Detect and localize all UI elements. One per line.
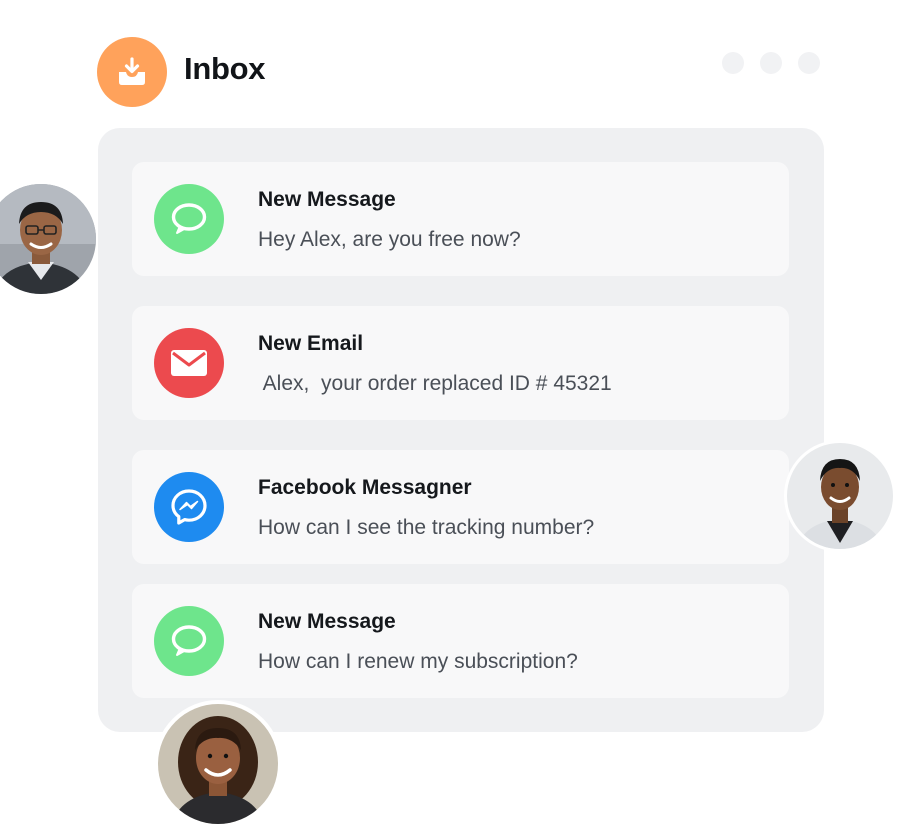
messenger-icon [154, 472, 224, 542]
avatar [0, 184, 96, 294]
message-preview: Hey Alex, are you free now? [258, 228, 521, 251]
message-preview: How can I renew my subscription? [258, 650, 578, 673]
avatar [154, 700, 282, 828]
message-title: Facebook Messagner [258, 476, 472, 499]
window-dot[interactable] [760, 52, 782, 74]
avatar [784, 440, 896, 552]
window-dots[interactable] [722, 52, 820, 74]
message-title: New Message [258, 188, 396, 211]
message-card[interactable]: New Message Hey Alex, are you free now? [132, 162, 789, 276]
inbox-download-icon [97, 37, 167, 107]
inbox-widget: Inbox New Message Hey Alex, are you free… [0, 0, 900, 835]
message-title: New Message [258, 610, 396, 633]
envelope-icon [154, 328, 224, 398]
window-dot[interactable] [722, 52, 744, 74]
message-card[interactable]: New Message How can I renew my subscript… [132, 584, 789, 698]
message-title: New Email [258, 332, 364, 355]
page-title: Inbox [184, 51, 266, 86]
message-preview: Alex, your order replaced ID # 45321 [258, 372, 612, 395]
message-preview: How can I see the tracking number? [258, 516, 595, 539]
chat-bubble-icon [154, 606, 224, 676]
chat-bubble-icon [154, 184, 224, 254]
message-card[interactable]: Facebook Messagner How can I see the tra… [132, 450, 789, 564]
message-card[interactable]: New Email Alex, your order replaced ID #… [132, 306, 789, 420]
window-dot[interactable] [798, 52, 820, 74]
